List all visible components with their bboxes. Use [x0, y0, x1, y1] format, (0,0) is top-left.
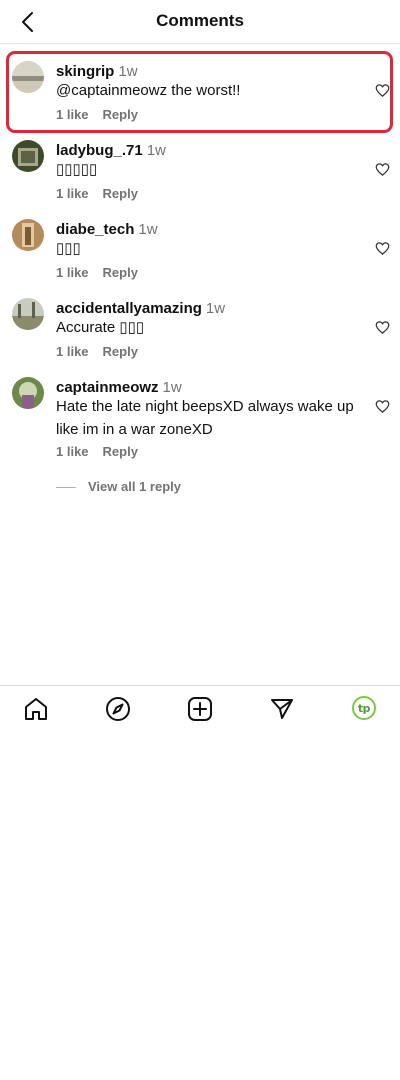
home-icon[interactable] [23, 696, 49, 722]
avatar[interactable] [12, 140, 44, 172]
direct-message-icon[interactable] [269, 696, 295, 722]
view-replies-button[interactable]: View all 1 reply [56, 479, 181, 494]
avatar[interactable] [12, 298, 44, 330]
comment-time: 1w [138, 221, 158, 238]
explore-compass-icon[interactable] [105, 696, 131, 722]
reply-button[interactable]: Reply [103, 107, 138, 122]
comment-text: Accurate ▯▯▯ [56, 319, 145, 336]
page-title: Comments [156, 11, 244, 30]
profile-avatar[interactable]: tp [352, 696, 376, 720]
like-count[interactable]: 1 like [56, 186, 89, 201]
avatar[interactable] [12, 219, 44, 251]
heart-icon[interactable] [375, 399, 390, 414]
like-count[interactable]: 1 like [56, 265, 89, 280]
like-count[interactable]: 1 like [56, 107, 89, 122]
new-post-icon[interactable] [187, 696, 213, 722]
view-replies-label: View all 1 reply [88, 479, 181, 494]
like-count[interactable]: 1 like [56, 344, 89, 359]
heart-icon[interactable] [375, 83, 390, 98]
reply-button[interactable]: Reply [103, 265, 138, 280]
comment-username[interactable]: captainmeowz [56, 379, 159, 396]
bottom-nav: tp [0, 685, 400, 733]
reply-button[interactable]: Reply [103, 186, 138, 201]
profile-initials: tp [357, 701, 371, 715]
heart-icon[interactable] [375, 162, 390, 177]
comment-time: 1w [146, 142, 166, 159]
comment-time: 1w [162, 379, 182, 396]
reply-button[interactable]: Reply [103, 444, 138, 459]
comment-time: 1w [205, 300, 226, 317]
comment-time: 1w [118, 63, 138, 80]
avatar[interactable] [12, 61, 44, 93]
comment-text: @captainmeowz the worst!! [56, 82, 241, 99]
heart-icon[interactable] [375, 241, 390, 256]
comment-username[interactable]: skingrip [56, 63, 114, 80]
comment-text: Hate the late night beepsXD always wake … [56, 398, 354, 438]
comment-text: ▯▯▯ [56, 240, 81, 257]
heart-icon[interactable] [375, 320, 390, 335]
reply-button[interactable]: Reply [103, 344, 138, 359]
comment-text: ▯▯▯▯▯ [56, 161, 98, 178]
like-count[interactable]: 1 like [56, 444, 89, 459]
comment-username[interactable]: ladybug_.71 [56, 142, 143, 159]
comment-username[interactable]: diabe_tech [56, 221, 134, 238]
comment-username[interactable]: accidentallyamazing [56, 300, 202, 317]
header-bar: Comments [0, 0, 400, 44]
reply-thread-line [56, 487, 76, 489]
avatar[interactable] [12, 377, 44, 409]
